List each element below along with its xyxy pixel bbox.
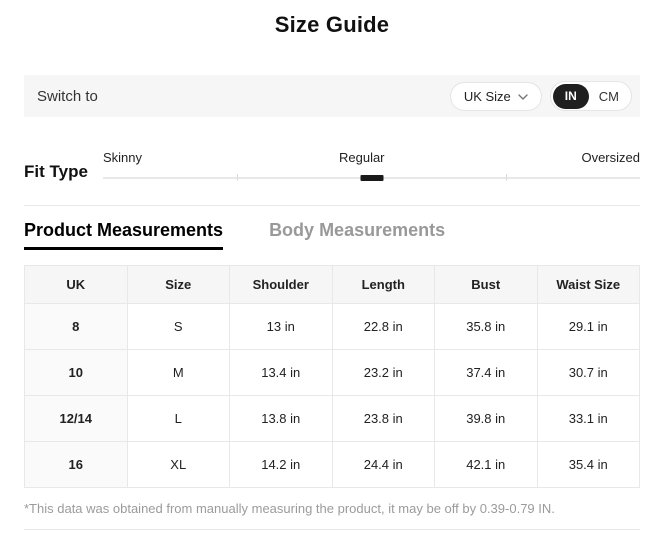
- table-row: 12/14 L 13.8 in 23.8 in 39.8 in 33.1 in: [25, 395, 640, 441]
- chevron-down-icon: [518, 94, 528, 100]
- size-table: UK Size Shoulder Length Bust Waist Size …: [24, 265, 640, 488]
- table-cell: 16: [25, 441, 128, 487]
- measurement-tabs: Product Measurements Body Measurements: [24, 219, 640, 250]
- table-cell: 23.2 in: [332, 349, 435, 395]
- table-cell: 10: [25, 349, 128, 395]
- table-cell: 13.4 in: [230, 349, 333, 395]
- tab-product-measurements[interactable]: Product Measurements: [24, 219, 223, 250]
- table-cell: 8: [25, 303, 128, 349]
- table-header-cell: Size: [127, 265, 230, 303]
- fit-type-slider-handle[interactable]: [360, 175, 383, 181]
- table-cell: M: [127, 349, 230, 395]
- fit-type-label: Fit Type: [24, 163, 103, 181]
- tab-body-measurements[interactable]: Body Measurements: [269, 219, 445, 250]
- table-cell: 23.8 in: [332, 395, 435, 441]
- table-row: 10 M 13.4 in 23.2 in 37.4 in 30.7 in: [25, 349, 640, 395]
- section-divider: [24, 205, 640, 206]
- switch-controls: UK Size IN CM: [450, 81, 632, 111]
- unit-option-in[interactable]: IN: [553, 84, 589, 109]
- table-cell: 42.1 in: [435, 441, 538, 487]
- fit-option-regular[interactable]: Regular: [339, 150, 385, 165]
- table-cell: 22.8 in: [332, 303, 435, 349]
- table-header-cell: Shoulder: [230, 265, 333, 303]
- table-cell: XL: [127, 441, 230, 487]
- table-header-cell: Bust: [435, 265, 538, 303]
- fit-type-track[interactable]: [103, 174, 640, 181]
- unit-toggle: IN CM: [550, 81, 632, 111]
- table-row: 16 XL 14.2 in 24.4 in 42.1 in 35.4 in: [25, 441, 640, 487]
- table-header-cell: Waist Size: [537, 265, 640, 303]
- fit-type-slider[interactable]: Skinny Regular Oversized: [103, 150, 640, 181]
- table-cell: 35.4 in: [537, 441, 640, 487]
- table-cell: 35.8 in: [435, 303, 538, 349]
- table-cell: 33.1 in: [537, 395, 640, 441]
- unit-option-cm[interactable]: CM: [589, 89, 629, 104]
- fit-type-tick: [237, 174, 238, 181]
- table-header-row: UK Size Shoulder Length Bust Waist Size: [25, 265, 640, 303]
- fit-type-options: Skinny Regular Oversized: [103, 150, 640, 165]
- table-header-cell: UK: [25, 265, 128, 303]
- table-cell: S: [127, 303, 230, 349]
- table-cell: 13.8 in: [230, 395, 333, 441]
- size-guide-panel: Size Guide Switch to UK Size IN CM Fit T…: [24, 0, 640, 530]
- table-cell: 24.4 in: [332, 441, 435, 487]
- table-cell: L: [127, 395, 230, 441]
- measurement-disclaimer: *This data was obtained from manually me…: [24, 501, 640, 516]
- table-cell: 29.1 in: [537, 303, 640, 349]
- switch-to-label: Switch to: [37, 88, 98, 105]
- table-cell: 14.2 in: [230, 441, 333, 487]
- fit-type-tick: [506, 174, 507, 181]
- table-header-cell: Length: [332, 265, 435, 303]
- table-cell: 12/14: [25, 395, 128, 441]
- table-cell: 13 in: [230, 303, 333, 349]
- fit-option-oversized[interactable]: Oversized: [581, 150, 640, 165]
- size-standard-value: UK Size: [464, 89, 511, 104]
- unit-switch-bar: Switch to UK Size IN CM: [24, 75, 640, 117]
- bottom-divider: [24, 529, 640, 530]
- table-cell: 30.7 in: [537, 349, 640, 395]
- fit-option-skinny[interactable]: Skinny: [103, 150, 142, 165]
- table-cell: 39.8 in: [435, 395, 538, 441]
- size-standard-dropdown[interactable]: UK Size: [450, 82, 542, 111]
- table-cell: 37.4 in: [435, 349, 538, 395]
- fit-type-row: Fit Type Skinny Regular Oversized: [24, 150, 640, 181]
- page-title: Size Guide: [24, 0, 640, 38]
- table-row: 8 S 13 in 22.8 in 35.8 in 29.1 in: [25, 303, 640, 349]
